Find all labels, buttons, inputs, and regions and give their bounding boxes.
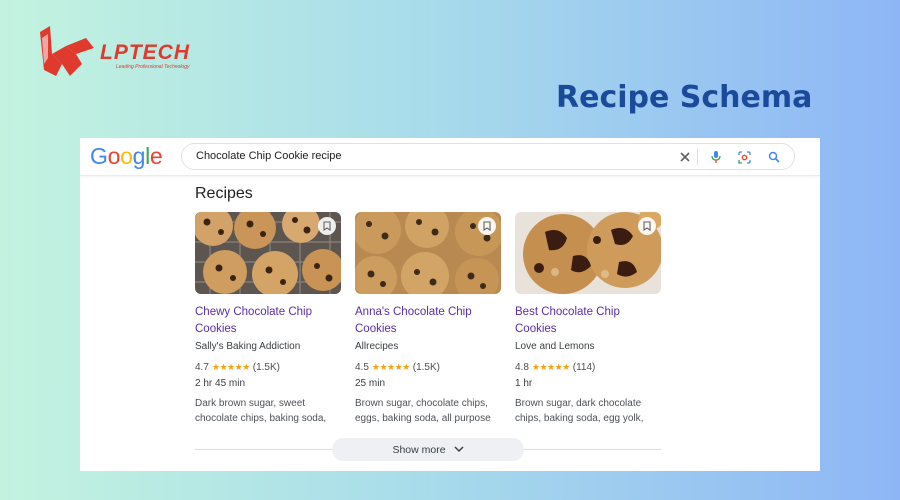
star-rating-icon: ★★★★★ (531, 361, 570, 372)
google-letter: G (90, 143, 108, 169)
bookmark-icon[interactable] (318, 217, 336, 235)
recipe-card[interactable]: Chewy Chocolate Chip Cookies Sally's Bak… (195, 212, 341, 426)
recipe-time: 25 min (355, 378, 386, 389)
recipe-ingredients: Brown sugar, dark chocolate chips, bakin… (515, 396, 661, 426)
lptech-logo: LPTECH Leading Professional Technology (36, 24, 206, 84)
google-logo[interactable]: Google (90, 143, 163, 170)
recipe-ingredients: Brown sugar, chocolate chips, eggs, baki… (355, 396, 501, 426)
recipe-source: Allrecipes (355, 341, 399, 352)
recipe-thumbnail[interactable] (195, 212, 341, 294)
google-letter: o (107, 143, 121, 169)
search-header: Google Chocolate Chip Cookie recipe (80, 138, 820, 176)
rating-count: (114) (572, 361, 596, 373)
ingredients-line: chocolate chips, baking soda, (195, 413, 327, 424)
recipe-rating: 4.8 ★★★★★ (114) (515, 360, 661, 374)
recipe-rating: 4.5 ★★★★★ (1.5K) (355, 360, 501, 374)
brand-tagline: Leading Professional Technology (116, 64, 190, 70)
rating-value: 4.5 (355, 361, 369, 373)
ingredients-line: Brown sugar, dark chocolate (515, 398, 642, 409)
recipe-card[interactable]: Anna's Chocolate Chip Cookies Allrecipes… (355, 212, 501, 426)
show-more-button[interactable]: Show more (332, 438, 524, 461)
recipe-title[interactable]: Anna's Chocolate Chip Cookies (355, 304, 501, 338)
recipe-source: Love and Lemons (515, 341, 595, 352)
recipe-thumbnail[interactable] (355, 212, 501, 294)
recipe-time: 1 hr (515, 378, 533, 389)
rating-value: 4.7 (195, 361, 209, 373)
search-divider (697, 149, 698, 165)
recipe-time: 2 hr 45 min (195, 378, 246, 389)
close-icon[interactable] (676, 148, 694, 166)
lptech-fox-icon (40, 26, 94, 76)
microphone-icon[interactable] (707, 148, 725, 166)
recipe-title[interactable]: Best Chocolate Chip Cookies (515, 304, 661, 338)
search-input[interactable]: Chocolate Chip Cookie recipe (181, 143, 795, 170)
search-query[interactable]: Chocolate Chip Cookie recipe (196, 150, 342, 162)
star-rating-icon: ★★★★★ (211, 361, 250, 372)
google-letter: o (120, 143, 133, 169)
google-letter: e (149, 143, 163, 169)
recipe-source: Sally's Baking Addiction (195, 341, 301, 352)
ingredients-line: Brown sugar, chocolate chips, (355, 398, 488, 409)
page-title: Recipe Schema (556, 80, 813, 115)
search-results-screenshot: Google Chocolate Chip Cookie recipe Reci… (80, 138, 820, 471)
recipe-rating: 4.7 ★★★★★ (1.5K) (195, 360, 341, 374)
search-icon[interactable] (765, 148, 783, 166)
chevron-down-icon (454, 446, 464, 453)
section-title: Recipes (195, 185, 253, 202)
rating-count: (1.5K) (412, 361, 440, 373)
bookmark-icon[interactable] (638, 217, 656, 235)
bookmark-icon[interactable] (478, 217, 496, 235)
recipe-thumbnail[interactable] (515, 212, 661, 294)
google-letter: g (132, 143, 146, 169)
rating-value: 4.8 (515, 361, 529, 373)
ingredients-line: chips, baking soda, egg yolk, (515, 413, 644, 424)
recipe-card[interactable]: Best Chocolate Chip Cookies Love and Lem… (515, 212, 661, 426)
recipe-ingredients: Dark brown sugar, sweet chocolate chips,… (195, 396, 341, 426)
star-rating-icon: ★★★★★ (371, 361, 410, 372)
recipe-title[interactable]: Chewy Chocolate Chip Cookies (195, 304, 341, 338)
ingredients-line: eggs, baking soda, all purpose (355, 413, 491, 424)
lens-icon[interactable] (735, 148, 753, 166)
rating-count: (1.5K) (252, 361, 280, 373)
brand-name: LPTECH (100, 41, 190, 64)
ingredients-line: Dark brown sugar, sweet (195, 398, 306, 409)
show-more-label: Show more (392, 443, 446, 456)
